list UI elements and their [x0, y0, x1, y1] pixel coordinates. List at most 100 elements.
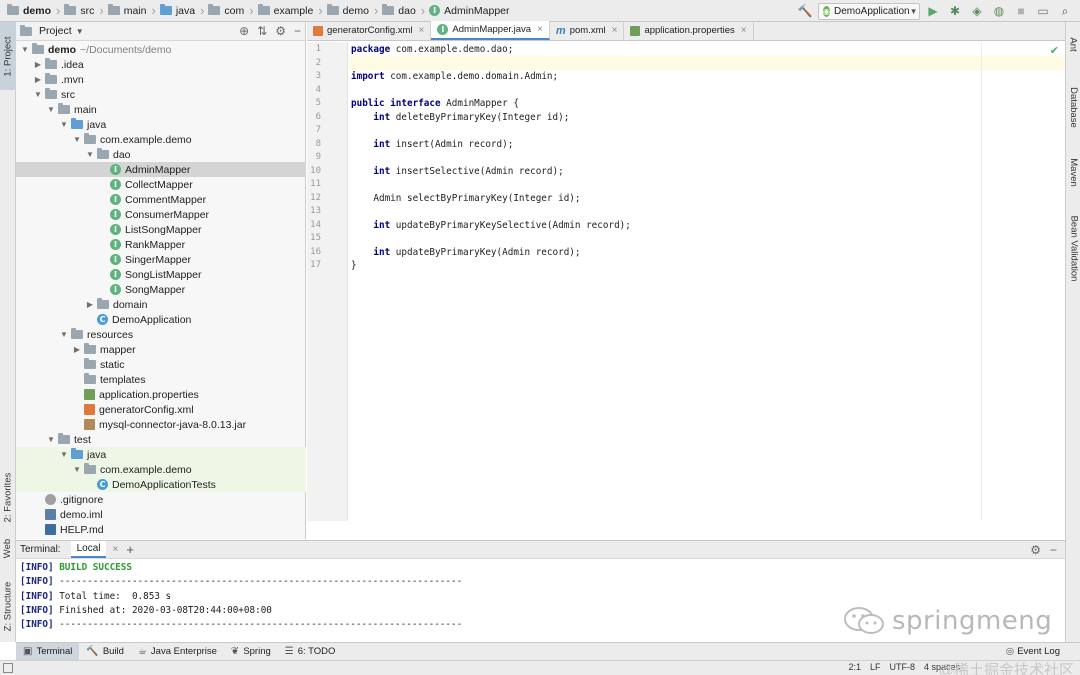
collapse-all-icon[interactable]: ⇅	[257, 24, 267, 38]
tree-item[interactable]: C DemoApplication	[16, 312, 306, 327]
chevron-down-icon[interactable]: ▼	[46, 435, 56, 444]
tree-item[interactable]: ▼ resources	[16, 327, 306, 342]
tree-item[interactable]: ▼ main	[16, 102, 306, 117]
stop-icon[interactable]: ■	[1012, 2, 1030, 20]
breadcrumb-item[interactable]: com ›	[205, 0, 254, 22]
tree-item[interactable]: ▼ test	[16, 432, 306, 447]
bottom-tool-java-enterprise[interactable]: ☕ Java Enterprise	[131, 643, 224, 661]
chevron-right-icon[interactable]: ▶	[85, 300, 95, 309]
tool-tab-database[interactable]: Database	[1066, 72, 1080, 142]
breadcrumb-item[interactable]: I AdminMapper	[426, 0, 510, 22]
frame-icon[interactable]: ▭	[1034, 2, 1052, 20]
tree-item[interactable]: C DemoApplicationTests	[16, 477, 306, 492]
tree-item[interactable]: generatorConfig.xml	[16, 402, 306, 417]
tool-tab-maven[interactable]: Maven	[1066, 146, 1080, 198]
tree-item[interactable]: ▼ com.example.demo	[16, 462, 306, 477]
tree-item[interactable]: I AdminMapper	[16, 162, 306, 177]
breadcrumb-item[interactable]: src ›	[61, 0, 104, 22]
terminal-tab-local[interactable]: Local	[70, 541, 107, 558]
tree-item[interactable]: HELP.md	[16, 522, 306, 537]
close-icon[interactable]: ×	[741, 25, 747, 36]
breadcrumb-item[interactable]: demo ›	[324, 0, 380, 22]
tool-tab-structure[interactable]: Z: Structure	[0, 572, 16, 640]
tree-item[interactable]: demo.iml	[16, 507, 306, 522]
build-hammer-icon[interactable]: 🔨	[796, 2, 814, 20]
locate-icon[interactable]: ⊕	[239, 24, 249, 38]
gear-icon[interactable]: ⚙	[1030, 543, 1041, 557]
editor-tab[interactable]: generatorConfig.xml ×	[307, 21, 432, 40]
tool-tab-web[interactable]: Web	[0, 534, 16, 562]
tree-item[interactable]: application.properties	[16, 387, 306, 402]
tree-item[interactable]: ▶ .mvn	[16, 72, 306, 87]
hide-icon[interactable]: −	[1050, 543, 1057, 557]
breadcrumb-item[interactable]: main ›	[105, 0, 157, 22]
chevron-right-icon[interactable]: ▶	[33, 75, 43, 84]
tree-item[interactable]: ▼ demo ~/Documents/demo	[16, 42, 306, 57]
search-icon[interactable]: ⌕	[1056, 2, 1074, 20]
tree-item[interactable]: I ListSongMapper	[16, 222, 306, 237]
bottom-tool-spring[interactable]: ❦ Spring	[224, 643, 278, 661]
tree-item[interactable]: I CollectMapper	[16, 177, 306, 192]
tree-item[interactable]: ▼ java	[16, 447, 306, 462]
debug-icon[interactable]: ✱	[946, 2, 964, 20]
tool-tab-bean-validation[interactable]: Bean Validation	[1066, 202, 1080, 294]
tree-item[interactable]: static	[16, 357, 306, 372]
chevron-down-icon[interactable]: ▼	[59, 120, 69, 129]
tree-item[interactable]: ▶ domain	[16, 297, 306, 312]
chevron-right-icon[interactable]: ▶	[33, 60, 43, 69]
bottom-tool-hammer[interactable]: 🔨 Build	[79, 643, 131, 661]
tree-item[interactable]: I SongMapper	[16, 282, 306, 297]
code-editor[interactable]: ✔ package com.example.demo.dao; import co…	[349, 42, 1065, 521]
tree-item[interactable]: ▼ com.example.demo	[16, 132, 306, 147]
chevron-down-icon[interactable]: ▼	[20, 45, 30, 54]
hide-icon[interactable]: −	[294, 24, 301, 38]
tree-item[interactable]: ▶ mapper	[16, 342, 306, 357]
coverage-icon[interactable]: ◈	[968, 2, 986, 20]
tree-item[interactable]: I CommentMapper	[16, 192, 306, 207]
close-icon[interactable]: ×	[419, 25, 425, 36]
chevron-down-icon[interactable]: ▼	[59, 330, 69, 339]
tree-item[interactable]: ▶ .idea	[16, 57, 306, 72]
editor-tab[interactable]: m pom.xml ×	[550, 21, 625, 40]
chevron-right-icon[interactable]: ▶	[72, 345, 82, 354]
tree-item[interactable]: mysql-connector-java-8.0.13.jar	[16, 417, 306, 432]
tree-item[interactable]: ▼ src	[16, 87, 306, 102]
chevron-down-icon[interactable]: ▼	[85, 150, 95, 159]
tool-tab-project[interactable]: 1: Project	[0, 22, 16, 90]
file-encoding[interactable]: UTF-8	[889, 662, 915, 672]
editor-tab[interactable]: application.properties ×	[624, 21, 754, 40]
tree-item[interactable]: ▼ java	[16, 117, 306, 132]
gear-icon[interactable]: ⚙	[275, 24, 286, 38]
profile-icon[interactable]: ◍	[990, 2, 1008, 20]
tree-item[interactable]: templates	[16, 372, 306, 387]
tree-item[interactable]: I SingerMapper	[16, 252, 306, 267]
project-view-select[interactable]: Project	[39, 25, 72, 37]
close-icon[interactable]: ×	[112, 544, 118, 555]
caret-position[interactable]: 2:1	[848, 662, 861, 672]
bottom-tool-todo[interactable]: ☰ 6: TODO	[278, 643, 343, 661]
chevron-down-icon[interactable]: ▼	[33, 90, 43, 99]
breadcrumb-item[interactable]: demo ›	[4, 0, 61, 22]
line-separator[interactable]: LF	[870, 662, 881, 672]
breadcrumb-item[interactable]: dao ›	[379, 0, 426, 22]
new-terminal-plus-icon[interactable]: +	[126, 542, 134, 557]
chevron-down-icon[interactable]: ▼	[46, 105, 56, 114]
close-icon[interactable]: ×	[537, 24, 543, 35]
chevron-down-icon[interactable]: ▼	[59, 450, 69, 459]
chevron-down-icon[interactable]: ▼	[72, 135, 82, 144]
tree-item[interactable]: ▼ dao	[16, 147, 306, 162]
tree-item[interactable]: I SongListMapper	[16, 267, 306, 282]
inspection-ok-icon[interactable]: ✔	[1050, 44, 1059, 57]
chevron-down-icon[interactable]: ▼	[72, 465, 82, 474]
run-configuration-select[interactable]: ◉ DemoApplication ▼	[818, 2, 920, 20]
tool-windows-icon[interactable]	[3, 663, 13, 673]
editor-tab[interactable]: I AdminMapper.java ×	[431, 21, 550, 40]
tree-item[interactable]: .gitignore	[16, 492, 306, 507]
run-icon[interactable]: ▶	[924, 2, 942, 20]
breadcrumb-item[interactable]: java ›	[157, 0, 206, 22]
tree-item[interactable]: I RankMapper	[16, 237, 306, 252]
tree-item[interactable]: I ConsumerMapper	[16, 207, 306, 222]
bottom-tool-terminal[interactable]: ▣ Terminal	[16, 642, 80, 661]
event-log-button[interactable]: ◎ Event Log	[1006, 646, 1060, 657]
breadcrumb-item[interactable]: example ›	[255, 0, 324, 22]
